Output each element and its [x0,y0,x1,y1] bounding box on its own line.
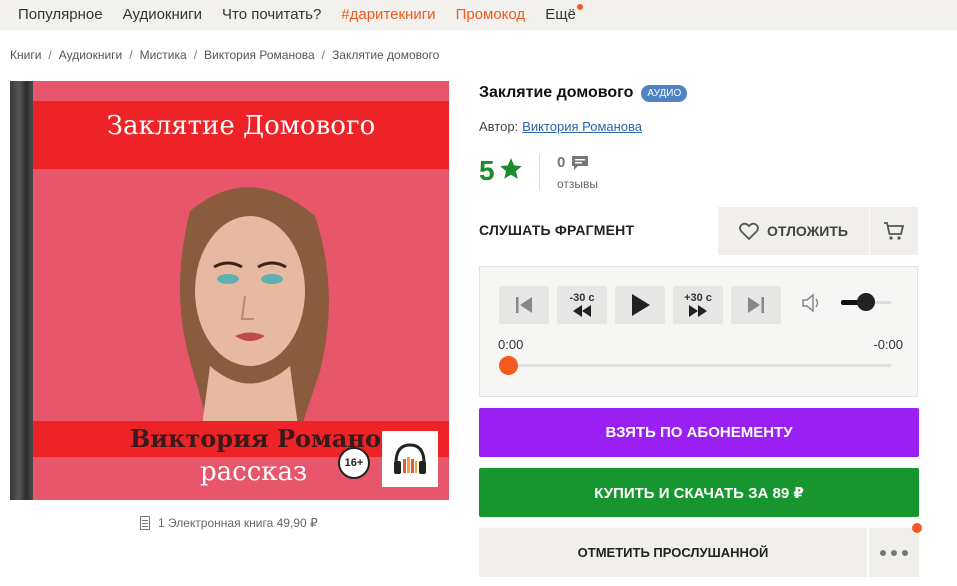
forward-30-button[interactable]: +30 с [673,286,723,324]
cover-subtitle: рассказ [200,457,308,487]
edition-info-label: 1 Электронная книга 49,90 ₽ [158,516,318,530]
rewind-label: -30 с [569,291,595,304]
star-icon [500,158,522,179]
progress-handle[interactable] [499,356,518,375]
ebook-icon [140,516,150,530]
heart-icon [739,222,759,240]
cover-spine [10,81,33,500]
breadcrumb-item[interactable]: Мистика [140,48,187,62]
listen-fragment-heading: СЛУШАТЬ ФРАГМЕНТ [479,222,635,238]
breadcrumb: Книги / Аудиокниги / Мистика / Виктория Ром… [10,48,440,62]
breadcrumb-item[interactable]: Книги [10,48,41,62]
more-options-button[interactable] [869,528,919,577]
book-cover[interactable]: Заклятие Домового Виктория Романова расс… [10,81,449,500]
notification-dot [912,523,922,533]
cover-title: Заклятие Домового [106,111,376,141]
age-rating-badge: 16+ [338,447,370,479]
notification-dot [576,4,583,10]
postpone-label: ОТЛОЖИТЬ [767,223,848,239]
breadcrumb-item[interactable]: Аудиокниги [59,48,123,62]
top-nav: Популярное Аудиокниги Что почитать? #дар… [0,0,957,30]
audio-badge: АУДИО [641,84,688,102]
audio-player: -30 с +30 с 0:00 -0:00 [479,266,918,397]
cover-illustration [180,187,329,441]
page-title: Заклятие домового АУДИО [479,84,688,102]
rating-value: 5 [479,155,495,186]
nav-item-popular[interactable]: Популярное [18,0,103,30]
breadcrumb-item-current: Заклятие домового [332,48,440,62]
author-label: Автор: [479,119,519,134]
progress-track[interactable] [505,364,891,367]
reviews-count[interactable]: 0 [557,154,565,171]
volume-slider-handle[interactable] [857,293,875,311]
nav-item-more[interactable]: Ещё [545,0,583,30]
rating-divider [539,154,540,190]
nav-item-what-to-read[interactable]: Что почитать? [222,0,321,30]
more-dots-icon [880,549,908,556]
time-current: 0:00 [498,337,524,352]
time-remaining: -0:00 [873,337,903,352]
fast-forward-icon [689,304,707,317]
mark-listened-button[interactable]: ОТМЕТИТЬ ПРОСЛУШАННОЙ [479,528,867,577]
play-icon [632,294,650,316]
postpone-button[interactable]: ОТЛОЖИТЬ [718,207,869,255]
breadcrumb-item[interactable]: Виктория Романова [204,48,315,62]
rewind-icon [573,304,591,317]
nav-item-promocode[interactable]: Промокод [456,0,526,30]
cart-icon [884,222,905,240]
cover-author: Виктория Романова [130,424,414,453]
cart-button[interactable] [870,207,918,255]
author-link[interactable]: Виктория Романова [522,119,642,134]
nav-item-audiobooks[interactable]: Аудиокниги [123,0,202,30]
play-button[interactable] [615,286,665,324]
previous-button[interactable] [499,286,549,324]
nav-item-gift-books[interactable]: #даритекниги [341,0,435,30]
edition-info[interactable]: 1 Электронная книга 49,90 ₽ [140,516,318,530]
volume-icon[interactable] [801,293,823,313]
skip-previous-icon [516,297,532,313]
forward-label: +30 с [684,291,712,304]
book-title-text: Заклятие домового [479,84,634,101]
comment-icon [572,156,588,170]
nav-item-more-label: Ещё [545,6,576,23]
skip-next-icon [748,297,764,313]
rewind-30-button[interactable]: -30 с [557,286,607,324]
next-button[interactable] [731,286,781,324]
subscribe-button[interactable]: ВЗЯТЬ ПО АБОНЕМЕНТУ [479,408,919,457]
reviews-label[interactable]: отзывы [557,177,598,191]
buy-button[interactable]: КУПИТЬ И СКАЧАТЬ ЗА 89 ₽ [479,468,919,517]
author-line: Автор: Виктория Романова [479,119,642,134]
audio-format-badge [382,431,438,487]
headphones-icon [394,443,426,474]
